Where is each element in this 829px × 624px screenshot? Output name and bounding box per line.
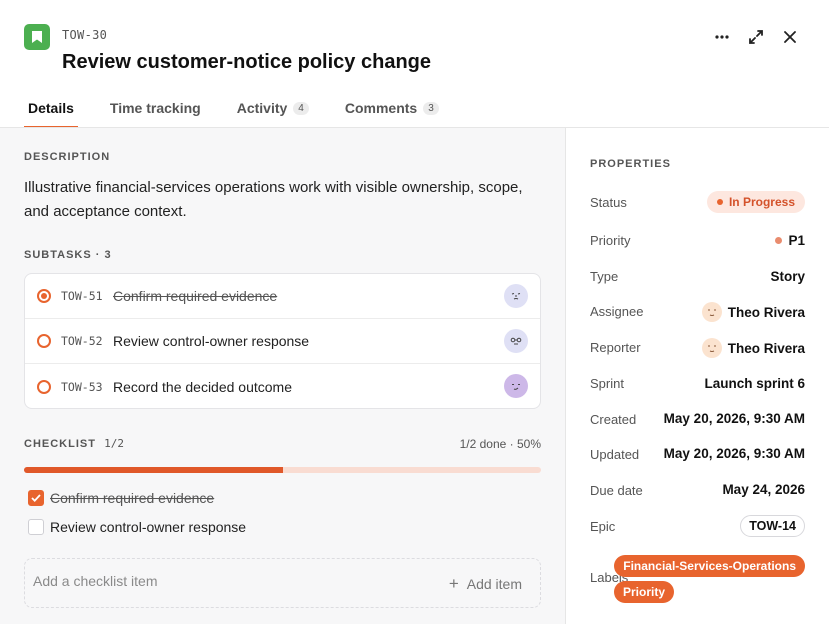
issue-title[interactable]: Review customer-notice policy change: [62, 51, 431, 74]
priority-label: Priority: [590, 233, 631, 248]
checklist-item: Confirm required evidence: [28, 490, 214, 506]
assignee-avatar: [701, 302, 722, 322]
activity-count-badge: 4: [293, 102, 309, 115]
updated-label: Updated: [590, 447, 640, 462]
sprint-label: Sprint: [590, 376, 624, 391]
tab-bar: Details Time tracking Activity 4 Comments…: [24, 98, 471, 128]
created-value: May 20, 2026, 9:30 AM: [663, 411, 805, 426]
checklist-heading: CHECKLIST 1/2: [24, 437, 124, 450]
subtask-key: TOW-53: [61, 379, 103, 394]
checklist-count: 1/2: [104, 437, 124, 450]
checkmark-icon: [31, 494, 41, 502]
reporter-avatar: [701, 338, 722, 358]
close-icon: [784, 31, 796, 43]
subtask-row[interactable]: TOW-53 Record the decided outcome: [25, 364, 540, 409]
assignee-value[interactable]: Theo Rivera: [701, 302, 805, 322]
more-options-button[interactable]: [711, 26, 733, 48]
story-type-badge: [24, 24, 50, 50]
subtask-assignee-avatar: [504, 329, 528, 353]
due-date-label: Due date: [590, 483, 643, 498]
properties-heading: PROPERTIES: [590, 158, 671, 170]
face-icon: [707, 345, 716, 352]
comments-count-badge: 3: [423, 102, 439, 115]
issue-key[interactable]: TOW-30: [62, 28, 107, 42]
subtask-assignee-avatar: [504, 284, 528, 308]
sprint-value[interactable]: Launch sprint 6: [704, 376, 805, 391]
created-label: Created: [590, 412, 637, 427]
subtask-title: Confirm required evidence: [113, 288, 278, 304]
assignee-label: Assignee: [590, 304, 644, 319]
epic-badge[interactable]: TOW-14: [740, 515, 805, 537]
subtask-status-icon[interactable]: [37, 289, 51, 303]
face-icon: [707, 309, 716, 316]
priority-dot-icon: [775, 237, 783, 244]
checklist-checkbox[interactable]: [28, 490, 44, 506]
face-icon: [512, 384, 520, 390]
status-value[interactable]: In Progress: [706, 191, 805, 213]
subtask-title: Record the decided outcome: [113, 378, 292, 395]
epic-value[interactable]: TOW-14: [740, 515, 805, 537]
checklist-checkbox[interactable]: [28, 519, 44, 535]
add-checklist-row: + Add item: [24, 558, 541, 608]
updated-value: May 20, 2026, 9:30 AM: [663, 446, 805, 461]
status-badge[interactable]: In Progress: [706, 191, 805, 213]
subtasks-heading: SUBTASKS · 3: [24, 249, 112, 261]
reporter-label: Reporter: [590, 340, 641, 355]
status-label: Status: [590, 195, 627, 210]
reporter-value[interactable]: Theo Rivera: [701, 338, 805, 358]
checklist-summary: 1/2 done · 50%: [459, 437, 541, 451]
face-icon: [511, 293, 521, 300]
label-chip[interactable]: Priority: [614, 581, 675, 603]
type-value[interactable]: Story: [770, 269, 805, 284]
type-label: Type: [590, 269, 619, 284]
bookmark-icon: [32, 31, 42, 43]
checklist-item-text[interactable]: Review control-owner response: [50, 519, 246, 535]
subtask-status-icon[interactable]: [37, 334, 51, 348]
subtask-assignee-avatar: [504, 374, 528, 398]
checklist-item-input[interactable]: [33, 573, 413, 589]
due-date-value[interactable]: May 24, 2026: [722, 482, 805, 497]
epic-label: Epic: [590, 519, 616, 534]
checklist-item-text[interactable]: Confirm required evidence: [50, 490, 214, 506]
checklist-progress-bar: [24, 467, 541, 473]
tab-activity[interactable]: Activity 4: [233, 98, 313, 128]
description-heading: DESCRIPTION: [24, 151, 111, 163]
tab-time-tracking[interactable]: Time tracking: [106, 98, 205, 128]
status-dot-icon: [716, 199, 723, 205]
plus-icon: +: [448, 574, 459, 593]
checklist-item: Review control-owner response: [28, 519, 246, 535]
subtask-list: TOW-51 Confirm required evidence TOW-52 …: [24, 273, 541, 409]
face-icon: [510, 337, 522, 345]
tab-comments[interactable]: Comments 3: [341, 98, 443, 128]
close-button[interactable]: [779, 26, 801, 48]
priority-value[interactable]: P1: [775, 233, 805, 248]
subtask-key: TOW-52: [61, 334, 103, 348]
details-panel: DESCRIPTION Illustrative financial-servi…: [0, 128, 565, 624]
checklist-progress-fill: [24, 467, 283, 473]
properties-panel: PROPERTIES Status In Progress Priority P…: [565, 128, 829, 624]
label-chip[interactable]: Financial-Services-Operations: [614, 555, 805, 577]
subtask-title: Review control-owner response: [113, 333, 310, 349]
subtask-status-icon[interactable]: [37, 379, 51, 394]
more-icon: [715, 35, 729, 39]
tab-details[interactable]: Details: [24, 98, 78, 128]
add-item-button[interactable]: + Add item: [449, 574, 522, 594]
subtask-row[interactable]: TOW-52 Review control-owner response: [25, 319, 540, 364]
add-item-label: Add item: [466, 576, 522, 592]
expand-icon: [749, 30, 763, 44]
description-text[interactable]: Illustrative financial-services operatio…: [24, 176, 534, 224]
subtask-key: TOW-51: [61, 289, 103, 303]
expand-button[interactable]: [745, 26, 767, 48]
subtask-row[interactable]: TOW-51 Confirm required evidence: [25, 274, 540, 319]
